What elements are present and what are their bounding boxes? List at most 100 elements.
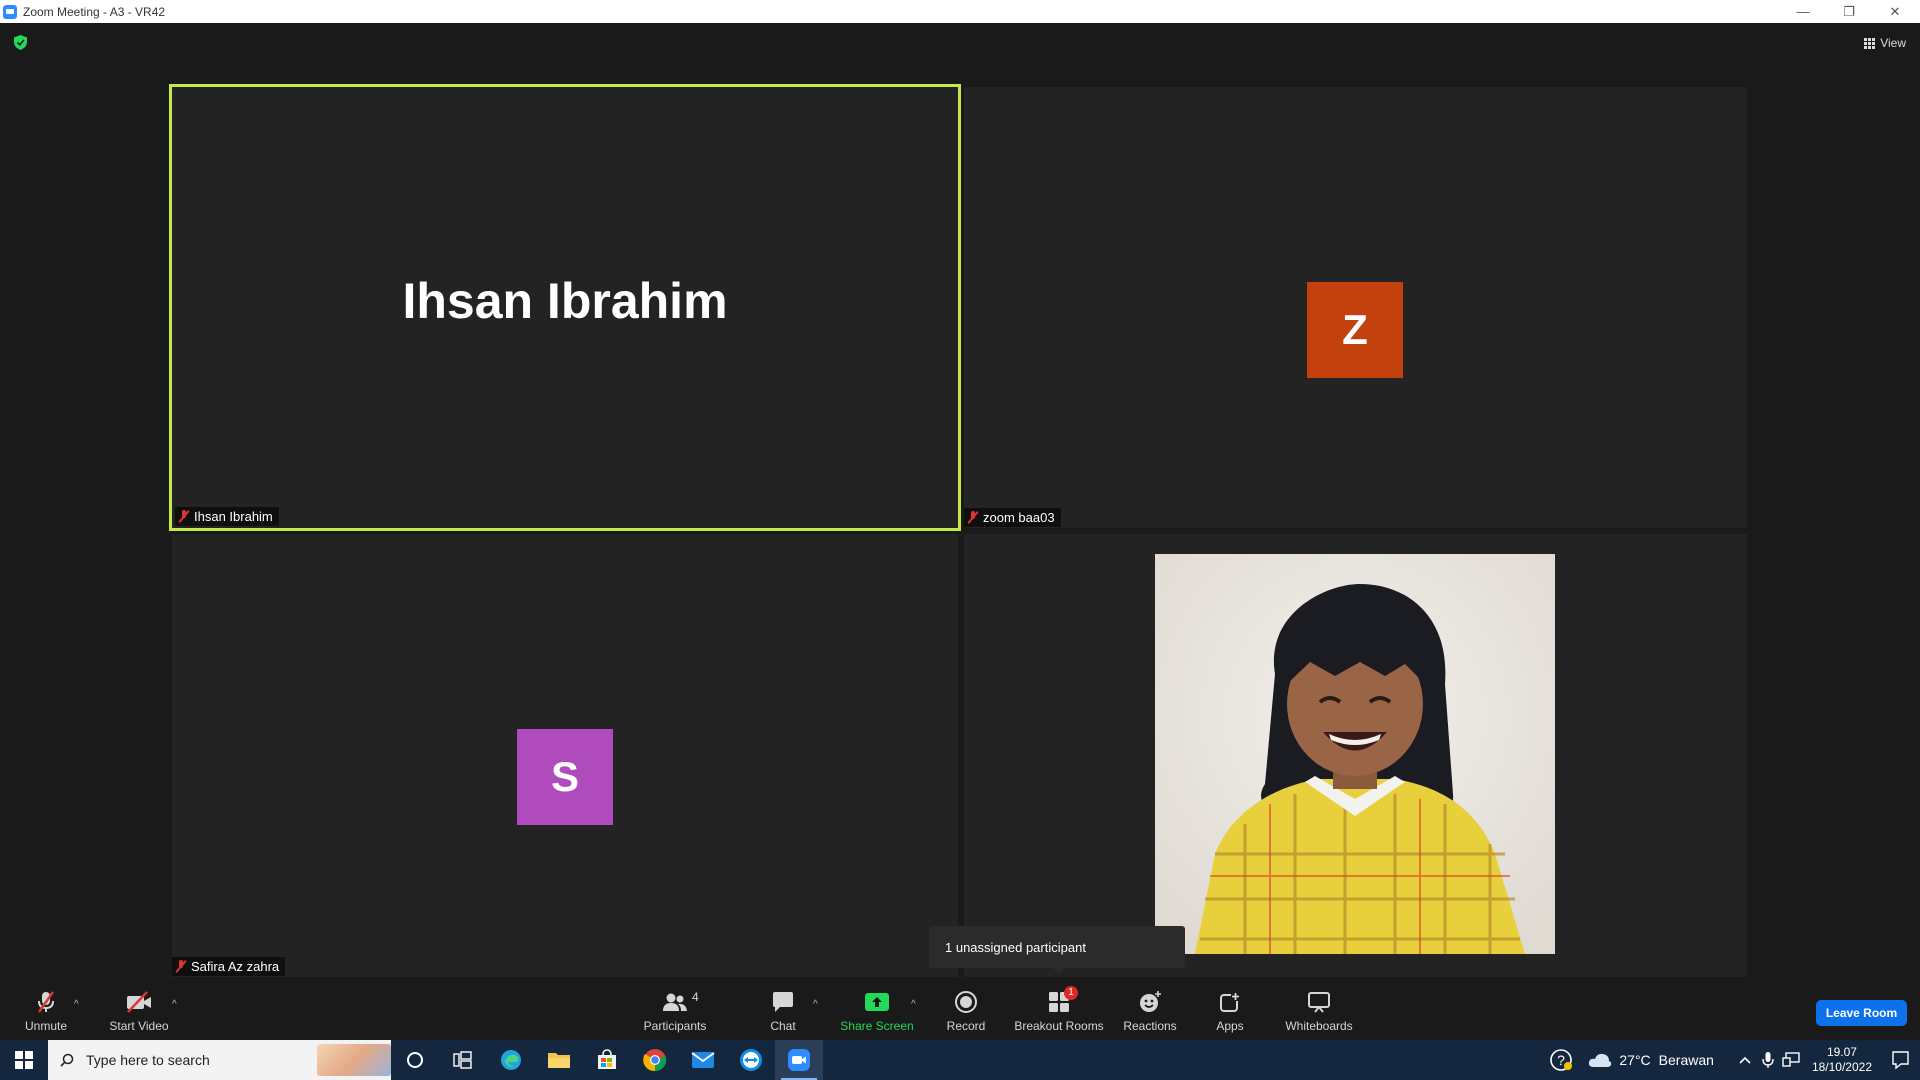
participants-count: 4 [692,989,699,1004]
unmute-button[interactable]: Unmute [20,980,72,1040]
view-button[interactable]: View [1864,33,1906,53]
share-screen-label: Share Screen [840,1018,914,1033]
security-shield-icon[interactable] [14,35,27,50]
store-bag-icon [598,1049,616,1069]
cortana-button[interactable] [391,1040,439,1080]
task-view-button[interactable] [439,1040,487,1080]
notification-center-icon[interactable] [1880,1040,1920,1080]
clock-date: 18/10/2022 [1811,1060,1872,1074]
grid-icon [1864,37,1876,49]
weather-description[interactable]: Berawan [1659,1052,1714,1068]
chat-bubble-icon [773,991,793,1012]
video-tile-zoom-baa03[interactable]: Z zoom baa03 [964,87,1747,528]
microphone-icon[interactable] [1762,1051,1774,1069]
video-tile-ihsan-ibrahim[interactable]: Ihsan Ibrahim Ihsan Ibrahim [169,84,961,531]
meeting-toolbar: Unmute ^ Start Video ^ 4 Participants Ch… [0,980,1920,1040]
zoom-app-icon [788,1049,810,1071]
close-button[interactable]: ✕ [1872,0,1918,23]
taskbar-edge[interactable] [487,1040,535,1080]
muted-mic-icon [175,960,187,973]
system-tray: ? 27°C Berawan 19.07 18/10/2022 [1549,1040,1920,1080]
muted-mic-icon [967,511,979,524]
meeting-area: View Ihsan Ibrahim Ihsan Ibrahim Z zoom … [0,23,1920,980]
chat-button[interactable]: Chat [768,980,798,1040]
apps-label: Apps [1216,1018,1244,1033]
breakout-rooms-badge: 1 [1064,985,1078,1000]
video-off-icon [127,990,151,1013]
start-video-button[interactable]: Start Video [104,980,174,1040]
share-screen-icon [865,992,889,1011]
taskbar-clock[interactable]: 19.07 18/10/2022 [1812,1045,1872,1075]
whiteboard-icon [1308,991,1330,1013]
network-icon[interactable] [1782,1052,1800,1068]
taskbar-store[interactable] [583,1040,631,1080]
chat-options-caret-icon[interactable]: ^ [813,999,818,1010]
windows-logo-icon [15,1051,33,1069]
participants-label: Participants [643,1018,707,1033]
taskbar-chrome[interactable] [631,1040,679,1080]
record-button[interactable]: Record [944,980,988,1040]
cortana-circle-icon [407,1052,423,1068]
window-title: Zoom Meeting - A3 - VR42 [23,4,166,19]
unmute-label: Unmute [24,1018,68,1033]
svg-text:?: ? [1557,1052,1565,1068]
unassigned-participant-tooltip: 1 unassigned participant [929,926,1185,974]
taskbar-search-box[interactable]: Type here to search [48,1040,391,1080]
chat-label: Chat [770,1018,796,1033]
restore-button[interactable]: ❐ [1826,0,1872,23]
taskbar-zoom[interactable] [775,1040,823,1080]
clock-time: 19.07 [1826,1045,1857,1059]
apps-button[interactable]: Apps [1210,980,1250,1040]
video-options-caret-icon[interactable]: ^ [172,999,177,1010]
reactions-button[interactable]: Reactions [1122,980,1178,1040]
start-video-label: Start Video [109,1018,169,1033]
participant-name-tag: Safira Az zahra [172,957,286,976]
participant-display-name: Ihsan Ibrahim [402,273,728,329]
participant-name: zoom baa03 [983,510,1055,525]
participants-icon [663,993,687,1011]
record-icon [955,990,977,1013]
taskbar-teamviewer[interactable] [727,1040,775,1080]
participant-name-tag: zoom baa03 [964,508,1061,527]
leave-room-button[interactable]: Leave Room [1816,1000,1907,1026]
participant-name-tag: Ihsan Ibrahim [175,507,279,526]
participant-profile-photo [1155,554,1555,954]
whiteboards-button[interactable]: Whiteboards [1283,980,1355,1040]
apps-icon [1220,991,1240,1012]
weather-temperature[interactable]: 27°C [1619,1052,1650,1068]
muted-mic-icon [178,510,190,523]
mail-envelope-icon [691,1052,715,1068]
help-badge-icon[interactable]: ? [1549,1048,1573,1072]
participant-name: Safira Az zahra [191,959,280,974]
folder-icon [548,1053,570,1068]
audio-options-caret-icon[interactable]: ^ [74,999,79,1010]
taskbar-file-explorer[interactable] [535,1040,583,1080]
video-tile-safira-az-zahra[interactable]: S Safira Az zahra [172,534,958,977]
breakout-rooms-label: Breakout Rooms [1014,1018,1104,1033]
view-label: View [1880,36,1906,50]
reactions-smiley-icon [1140,990,1161,1012]
title-bar: Zoom Meeting - A3 - VR42 — ❐ ✕ [0,0,1920,23]
share-screen-button[interactable]: Share Screen [840,980,914,1040]
search-highlight-illustration [317,1044,391,1076]
edge-browser-icon [501,1050,521,1070]
share-options-caret-icon[interactable]: ^ [911,999,916,1010]
chevron-up-icon[interactable] [1738,1055,1752,1065]
muted-microphone-icon [38,990,54,1013]
avatar: Z [1307,282,1403,378]
taskbar-mail[interactable] [679,1040,727,1080]
chrome-browser-icon [643,1049,667,1072]
search-icon [60,1053,74,1067]
breakout-rooms-button[interactable]: 1 Breakout Rooms [1014,980,1104,1040]
windows-taskbar: Type here to search ? 27°C Berawan 19.07… [0,1040,1920,1080]
task-view-icon [453,1051,472,1069]
participants-button[interactable]: 4 Participants [640,980,710,1040]
minimize-button[interactable]: — [1780,0,1826,23]
reactions-label: Reactions [1123,1018,1177,1033]
participant-name: Ihsan Ibrahim [194,509,273,524]
whiteboards-label: Whiteboards [1285,1018,1353,1033]
record-label: Record [946,1018,986,1033]
avatar: S [517,729,613,825]
start-button[interactable] [0,1040,48,1080]
cloud-weather-icon[interactable] [1587,1051,1613,1069]
